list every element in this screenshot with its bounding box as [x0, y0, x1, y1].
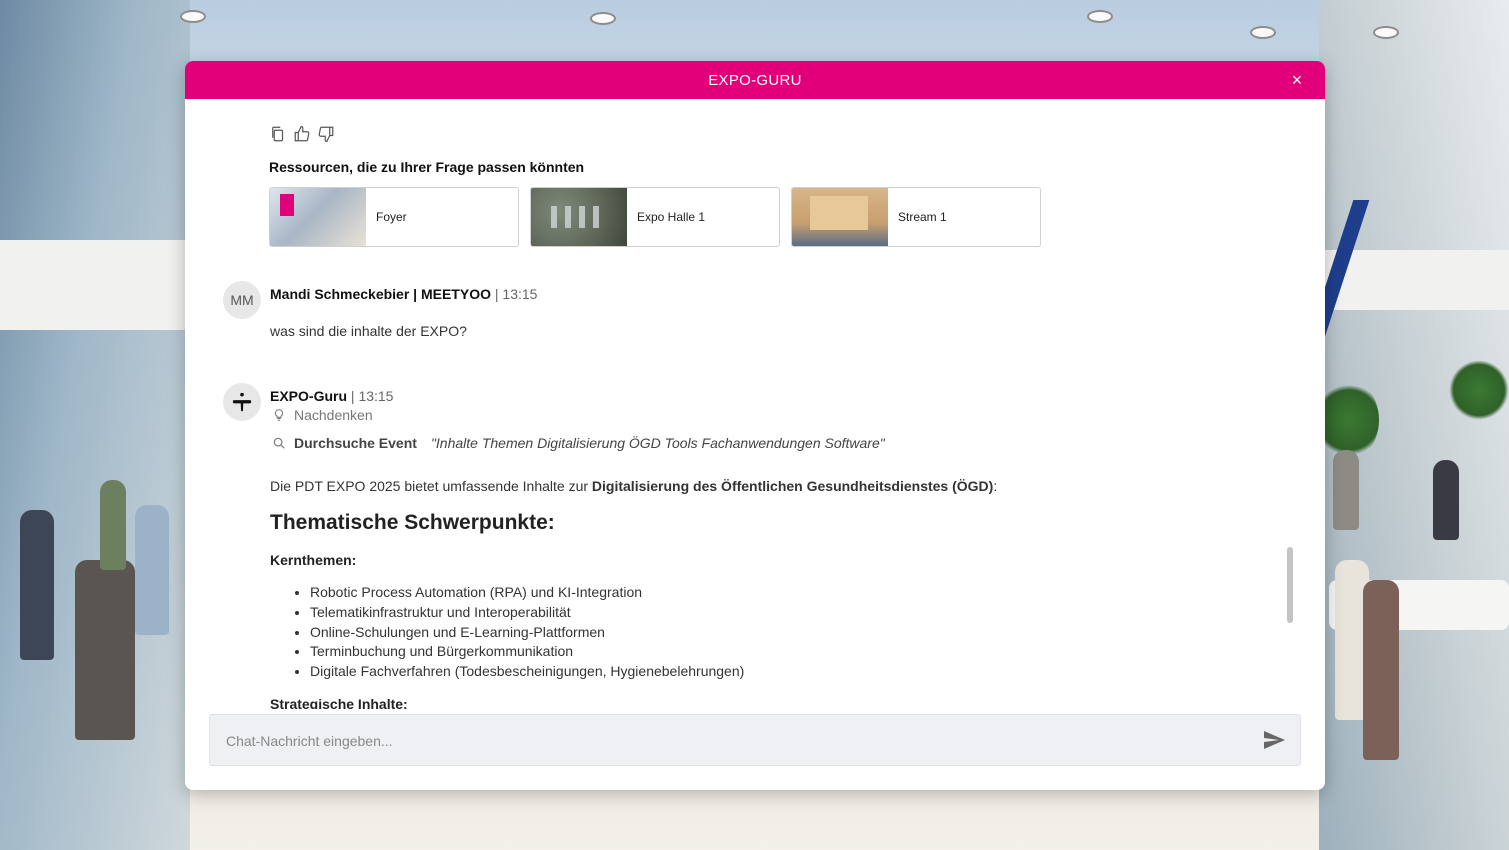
- left-balcony: [0, 240, 190, 330]
- avatar-figure: [135, 505, 169, 635]
- answer-heading-block: Thematische Schwerpunkte:: [270, 511, 1250, 535]
- answer-intro: Die PDT EXPO 2025 bietet umfassende Inha…: [270, 478, 1250, 494]
- resource-thumbnail: [792, 188, 888, 246]
- modal-title: EXPO-GURU: [708, 71, 802, 89]
- intro-suffix: :: [993, 478, 998, 494]
- lightbulb-icon: [274, 409, 284, 421]
- avatar-figure: [100, 480, 126, 570]
- modal-header: EXPO-GURU ×: [185, 61, 1325, 99]
- resource-card-label: Stream 1: [898, 210, 947, 224]
- intro-text: Die PDT EXPO 2025 bietet umfassende Inha…: [270, 478, 592, 494]
- ceiling-lamp: [1087, 10, 1113, 23]
- resource-thumbnail: [270, 188, 366, 246]
- search-icon: [273, 437, 285, 449]
- chat-input-bar: [209, 714, 1301, 766]
- core-topics-list: Robotic Process Automation (RPA) und KI-…: [270, 583, 1250, 682]
- close-button[interactable]: ×: [1287, 70, 1307, 90]
- message-time: 13:15: [502, 286, 538, 302]
- user-avatar: MM: [223, 281, 261, 319]
- copy-icon[interactable]: [269, 125, 287, 143]
- expo-guru-chat-modal: EXPO-GURU × Ressourcen, die zu Ihrer Fra…: [185, 61, 1325, 790]
- strategic-block: Strategische Inhalte:: [270, 696, 1250, 709]
- ceiling-lamp: [1250, 26, 1276, 39]
- message-header: Mandi Schmeckebier | MEETYOO | 13:15: [270, 286, 537, 302]
- list-item: Digitale Fachverfahren (Todesbescheinigu…: [310, 662, 1250, 682]
- avatar-figure: [1433, 460, 1459, 540]
- resource-card-stream-1[interactable]: Stream 1: [791, 187, 1041, 247]
- resource-thumbnail: [531, 188, 627, 246]
- plant: [1319, 380, 1379, 460]
- message-time: 13:15: [358, 388, 394, 404]
- chat-message-input[interactable]: [224, 728, 1238, 754]
- list-item: Telematikinfrastruktur und Interoperabil…: [310, 603, 1250, 623]
- message-text: was sind die inhalte der EXPO?: [270, 323, 467, 339]
- search-query: "Inhalte Themen Digitalisierung ÖGD Tool…: [430, 435, 885, 451]
- list-item: Robotic Process Automation (RPA) und KI-…: [310, 583, 1250, 603]
- thumbs-down-icon[interactable]: [317, 125, 335, 143]
- bot-avatar: [223, 383, 261, 421]
- avatar-figure: [75, 560, 135, 740]
- strategic-heading: Strategische Inhalte:: [270, 696, 408, 709]
- send-icon[interactable]: [1262, 728, 1286, 752]
- list-item: Online-Schulungen und E-Learning-Plattfo…: [310, 623, 1250, 643]
- avatar-figure: [1363, 580, 1399, 760]
- search-step-label: Durchsuche Event: [294, 435, 417, 451]
- ceiling-lamp: [590, 12, 616, 25]
- hanging-plant: [1449, 360, 1509, 420]
- resource-card-label: Expo Halle 1: [637, 210, 706, 224]
- core-topics-block: Kernthemen:: [270, 552, 1250, 568]
- list-item: Terminbuchung und Bürgerkommunikation: [310, 642, 1250, 662]
- thinking-step: Nachdenken: [272, 407, 373, 423]
- resource-card-expo-halle-1[interactable]: Expo Halle 1: [530, 187, 780, 247]
- resource-card-label: Foyer: [376, 210, 407, 224]
- avatar-figure: [1333, 450, 1359, 530]
- ceiling-lamp: [1373, 26, 1399, 39]
- resource-cards: Foyer Expo Halle 1 Stream 1: [269, 187, 1041, 247]
- resources-heading: Ressourcen, die zu Ihrer Frage passen kö…: [269, 159, 585, 175]
- thinking-label: Nachdenken: [294, 407, 373, 423]
- scrollbar-thumb[interactable]: [1287, 547, 1293, 623]
- expo-guru-logo-icon: [232, 392, 252, 412]
- chat-message-list[interactable]: Ressourcen, die zu Ihrer Frage passen kö…: [185, 99, 1325, 709]
- ceiling-lamp: [180, 10, 206, 23]
- thumbs-up-icon[interactable]: [293, 125, 311, 143]
- message-separator: |: [494, 286, 499, 302]
- message-header: EXPO-Guru | 13:15: [270, 388, 393, 404]
- avatar-figure: [20, 510, 54, 660]
- answer-heading: Thematische Schwerpunkte:: [270, 511, 555, 534]
- bot-answer: Die PDT EXPO 2025 bietet umfassende Inha…: [270, 478, 1250, 494]
- message-feedback-actions: [269, 125, 335, 143]
- search-step: Durchsuche Event "Inhalte Themen Digital…: [272, 435, 885, 451]
- core-topics-heading: Kernthemen:: [270, 552, 357, 568]
- message-author: Mandi Schmeckebier | MEETYOO: [270, 286, 491, 302]
- core-topics-list-block: Robotic Process Automation (RPA) und KI-…: [270, 583, 1250, 682]
- intro-bold-text: Digitalisierung des Öffentlichen Gesundh…: [591, 478, 994, 494]
- message-separator: |: [350, 388, 355, 404]
- message-author: EXPO-Guru: [270, 388, 348, 404]
- resource-card-foyer[interactable]: Foyer: [269, 187, 519, 247]
